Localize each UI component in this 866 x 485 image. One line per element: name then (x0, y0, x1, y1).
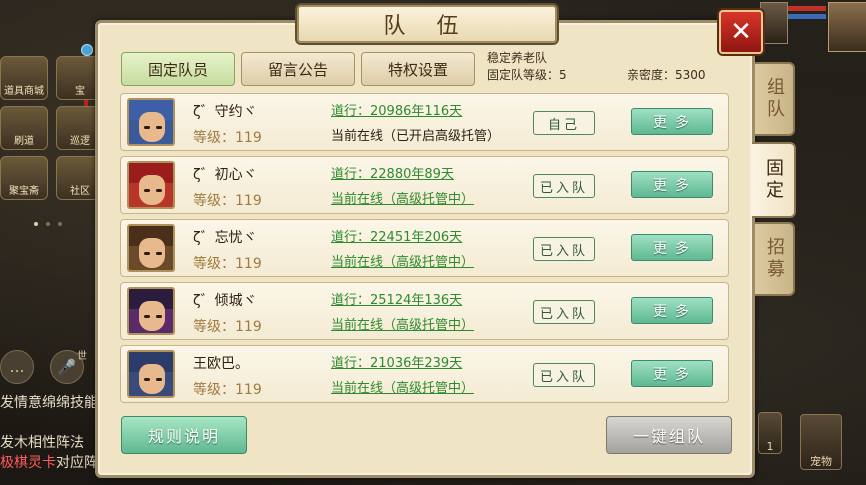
member-level: 等级：119 (193, 319, 262, 335)
member-row[interactable]: ζ゛忘忧ヾ 等级：119 道行：22451年206天 当前在线（高级托管中） 已… (120, 219, 729, 277)
market-icon[interactable]: 聚宝斋 (0, 156, 48, 200)
member-level: 等级：119 (193, 382, 262, 398)
team-name: 稳定养老队 (487, 51, 548, 65)
member-name: 王欧巴。 (193, 356, 249, 372)
member-status-badge: 已入队 (533, 237, 595, 261)
member-level: 等级：119 (193, 193, 262, 209)
more-button[interactable]: 更多 (631, 108, 713, 135)
quest-icon[interactable]: 刷道 (0, 106, 48, 150)
pet-icon[interactable]: 宠物 (800, 414, 842, 470)
member-row[interactable]: ζ゛初心ヾ 等级：119 道行：22880年89天 当前在线（高级托管中） 已入… (120, 156, 729, 214)
tab-privilege[interactable]: 特权设置 (361, 52, 475, 86)
intimacy: 亲密度：5300 (627, 68, 706, 82)
more-button[interactable]: 更多 (631, 171, 713, 198)
close-button[interactable]: ✕ (719, 10, 763, 54)
member-daoxing[interactable]: 道行：25124年136天 (331, 289, 462, 308)
shop-icon[interactable]: 道具商城 (0, 56, 48, 100)
team-level: 固定队等级：5 (487, 68, 567, 82)
member-daoxing[interactable]: 道行：22451年206天 (331, 226, 462, 245)
member-status-badge: 已入队 (533, 363, 595, 387)
one-key-team-button[interactable]: 一键组队 (606, 416, 732, 454)
member-name: ζ゛忘忧ヾ (193, 230, 257, 246)
chat-bubble-icon[interactable]: … (0, 350, 34, 384)
member-row[interactable]: 王欧巴。 等级：119 道行：21036年239天 当前在线（高级托管中） 已入… (120, 345, 729, 403)
close-icon: ✕ (730, 17, 752, 47)
member-name: ζ゛守约ヾ (193, 104, 257, 120)
member-row[interactable]: ζ゛守约ヾ 等级：119 道行：20986年116天 当前在线（已开启高级托管）… (120, 93, 729, 151)
tab-team[interactable]: 组队 (755, 62, 795, 136)
more-button[interactable]: 更多 (631, 297, 713, 324)
member-daoxing[interactable]: 道行：21036年239天 (331, 352, 462, 371)
chat-line: 发木相性阵法 (0, 435, 84, 451)
player-avatar[interactable] (828, 2, 866, 52)
member-row[interactable]: ζ゛倾城ヾ 等级：119 道行：25124年136天 当前在线（高级托管中） 已… (120, 282, 729, 340)
member-online-status[interactable]: 当前在线（高级托管中） (331, 377, 474, 396)
party-avatar[interactable] (760, 2, 788, 44)
more-button[interactable]: 更多 (631, 360, 713, 387)
rules-button[interactable]: 规则说明 (121, 416, 247, 454)
member-avatar (127, 350, 175, 398)
member-name: ζ゛倾城ヾ (193, 293, 257, 309)
member-online-status[interactable]: 当前在线（高级托管中） (331, 251, 474, 270)
member-avatar (127, 224, 175, 272)
page-indicator (34, 211, 70, 230)
skill-icon[interactable]: 1 (758, 412, 782, 454)
tab-notice[interactable]: 留言公告 (241, 52, 355, 86)
member-level: 等级：119 (193, 256, 262, 272)
member-avatar (127, 287, 175, 335)
member-status-badge: 已入队 (533, 300, 595, 324)
tab-fixed-members[interactable]: 固定队员 (121, 52, 235, 86)
member-status-badge: 已入队 (533, 174, 595, 198)
hp-bars (788, 6, 826, 22)
member-avatar (127, 161, 175, 209)
panel-title: 队 伍 (297, 5, 557, 43)
chat-line: 极棋灵卡对应阵 (0, 455, 98, 471)
member-daoxing[interactable]: 道行：20986年116天 (331, 100, 462, 119)
member-name: ζ゛初心ヾ (193, 167, 257, 183)
chat-line: 发情意绵绵技能 (0, 395, 98, 411)
tab-fixed[interactable]: 固定 (752, 142, 796, 218)
member-online-status[interactable]: 当前在线（高级托管中） (331, 314, 474, 333)
more-button[interactable]: 更多 (631, 234, 713, 261)
member-daoxing[interactable]: 道行：22880年89天 (331, 163, 454, 182)
microphone-icon[interactable]: 🎤 世 (50, 350, 87, 384)
member-online-status: 当前在线（已开启高级托管） (331, 129, 501, 144)
member-status-badge: 自己 (533, 111, 595, 135)
member-avatar (127, 98, 175, 146)
member-level: 等级：119 (193, 130, 262, 146)
member-online-status[interactable]: 当前在线（高级托管中） (331, 188, 474, 207)
tab-recruit[interactable]: 招募 (755, 222, 795, 296)
